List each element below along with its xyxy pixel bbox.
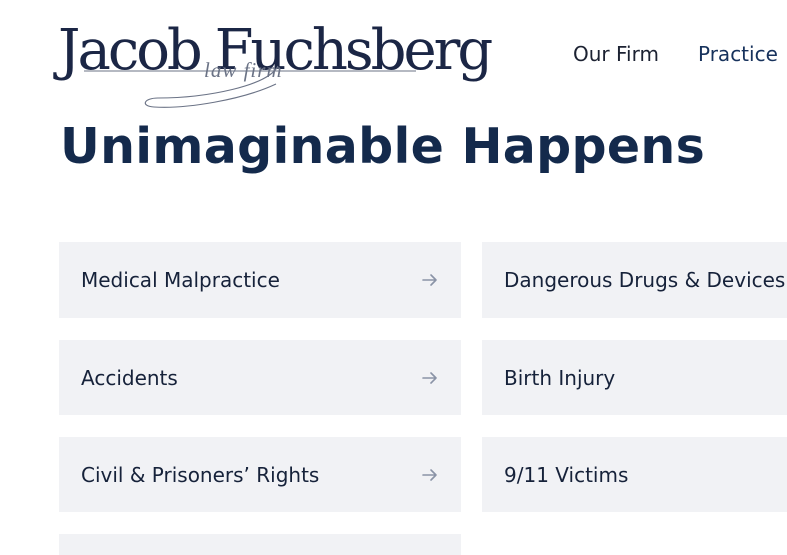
practice-card-label: Civil & Prisoners’ Rights xyxy=(81,462,320,487)
nav-our-firm[interactable]: Our Firm xyxy=(573,40,659,68)
practice-card-label: 9/11 Victims xyxy=(504,462,629,487)
arrow-right-icon xyxy=(422,468,437,481)
logo-tagline: law firm xyxy=(204,58,283,82)
practice-card-medical-malpractice[interactable]: Medical Malpractice xyxy=(59,242,461,318)
arrow-right-icon xyxy=(422,274,437,286)
arrow-right-icon xyxy=(422,371,437,384)
page: Jacob Fuchsberg law firm Our Firm Practi… xyxy=(0,0,787,555)
practice-card-label: Accidents xyxy=(81,365,178,390)
logo[interactable]: Jacob Fuchsberg law firm xyxy=(56,14,493,114)
page-headline: Unimaginable Happens xyxy=(60,118,706,175)
nav-practice-areas[interactable]: Practice xyxy=(698,40,778,68)
practice-card-birth-injury[interactable]: Birth Injury xyxy=(482,340,787,415)
practice-card-label: Dangerous Drugs & Devices xyxy=(504,268,786,292)
practice-card-label: Medical Malpractice xyxy=(81,268,280,292)
practice-card-911-victims[interactable]: 9/11 Victims xyxy=(482,437,787,512)
practice-card-dangerous-drugs[interactable]: Dangerous Drugs & Devices xyxy=(482,242,787,318)
practice-card-label: Birth Injury xyxy=(504,365,616,390)
practice-card-accidents[interactable]: Accidents xyxy=(59,340,461,415)
practice-card-partial[interactable] xyxy=(59,534,461,555)
practice-card-civil-prisoners-rights[interactable]: Civil & Prisoners’ Rights xyxy=(59,437,461,512)
